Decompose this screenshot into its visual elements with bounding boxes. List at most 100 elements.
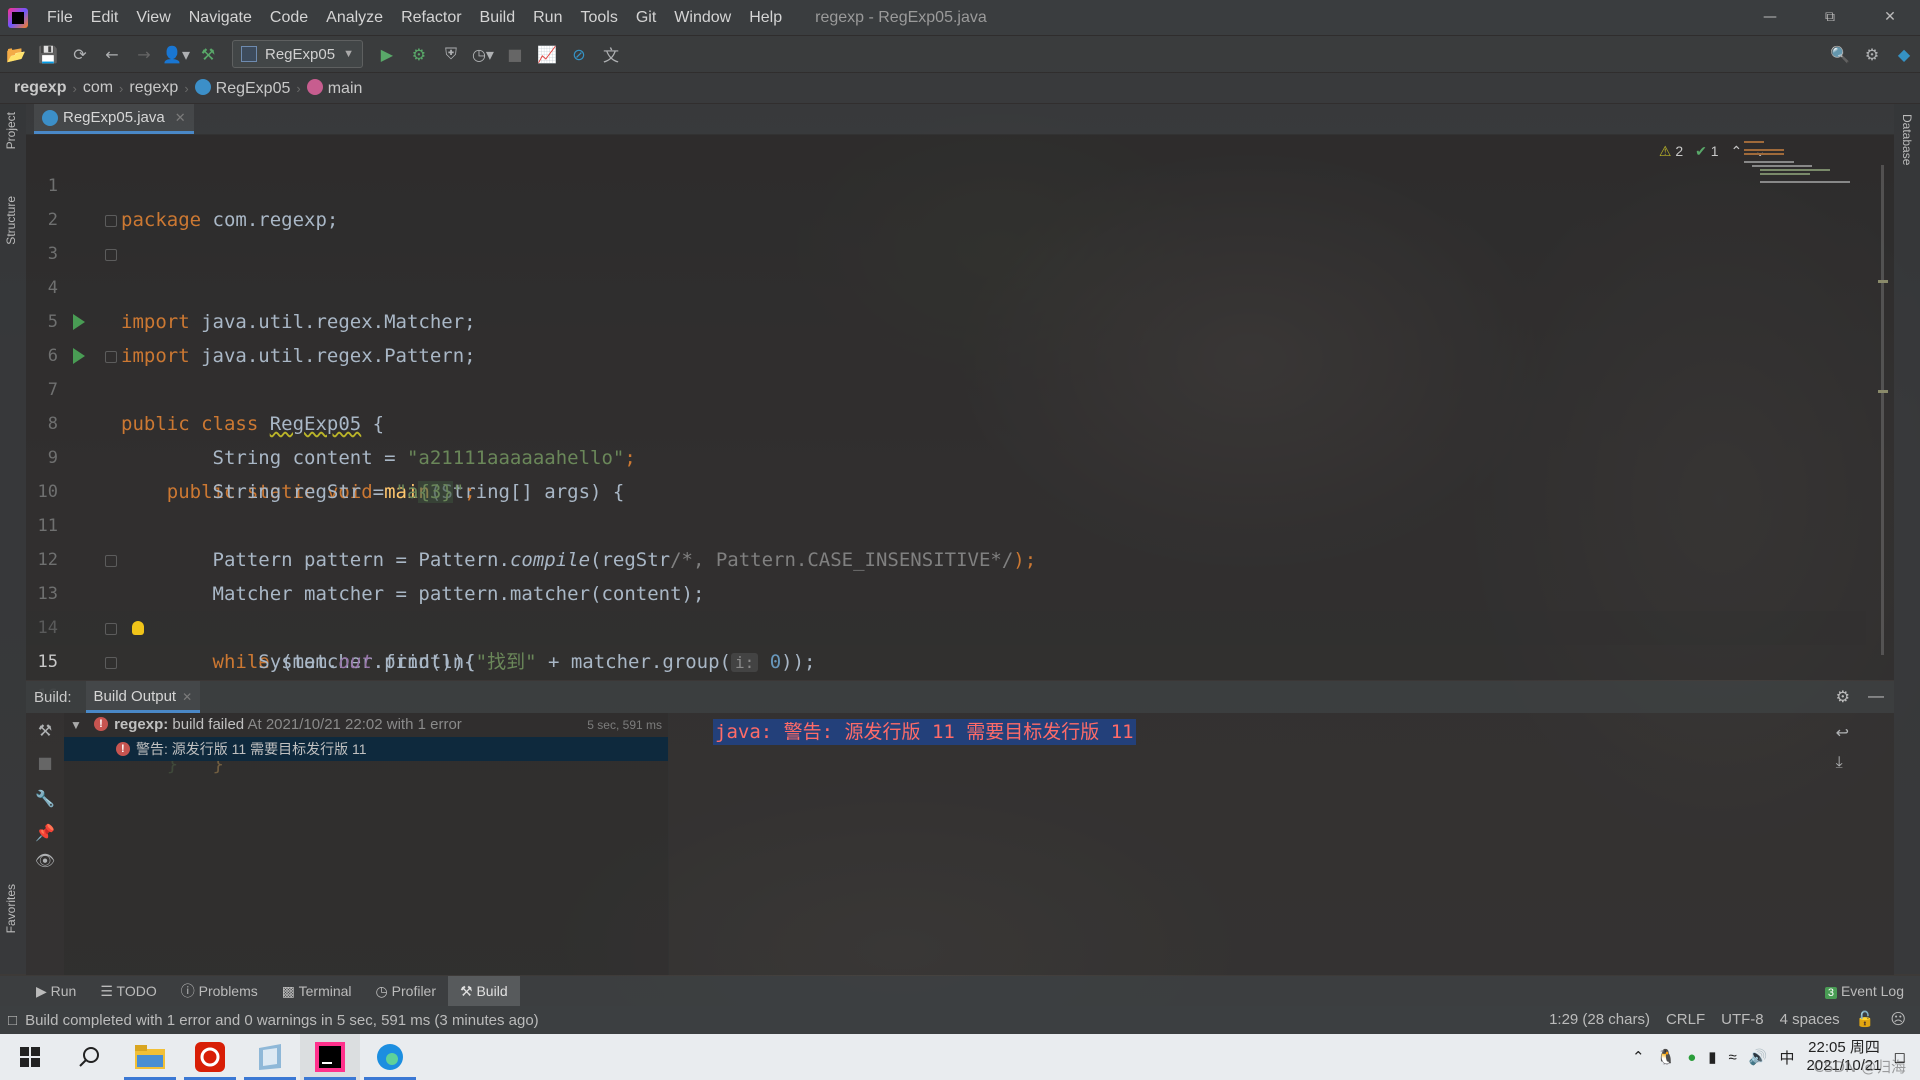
search-icon[interactable]: 🔍 <box>1824 45 1856 64</box>
sync-icon[interactable]: ⟳ <box>64 45 96 64</box>
menu-edit[interactable]: Edit <box>82 0 128 35</box>
soft-wrap-icon[interactable]: ↩ <box>1836 723 1849 742</box>
editor-scrollbar[interactable] <box>1878 135 1888 655</box>
breadcrumb-method[interactable]: main <box>301 78 369 98</box>
breadcrumb-package-regexp[interactable]: regexp <box>123 79 184 97</box>
menu-tools[interactable]: Tools <box>571 0 626 35</box>
fold-marker-icon[interactable] <box>105 623 117 635</box>
qq-icon[interactable]: 🐧 <box>1657 1048 1676 1066</box>
menu-refactor[interactable]: Refactor <box>392 0 470 35</box>
save-icon[interactable]: 💾 <box>32 45 64 64</box>
tool-window-run[interactable]: ▶ Run <box>24 976 88 1006</box>
battery-icon[interactable]: ▮ <box>1708 1048 1716 1066</box>
breadcrumb-class[interactable]: RegExp05 <box>189 78 297 98</box>
menu-window[interactable]: Window <box>665 0 740 35</box>
open-folder-icon[interactable]: 📂 <box>0 45 32 64</box>
stop-icon[interactable]: ■ <box>34 753 56 772</box>
menu-build[interactable]: Build <box>471 0 525 35</box>
wrench-icon[interactable]: 🔧 <box>34 789 56 808</box>
menu-file[interactable]: File <box>38 0 82 35</box>
breadcrumb-package-com[interactable]: com <box>77 79 119 97</box>
project-tool-button[interactable]: Project <box>4 112 18 149</box>
tool-window-problems[interactable]: ⓘ Problems <box>169 976 270 1006</box>
fold-marker-icon[interactable] <box>105 555 117 567</box>
menu-code[interactable]: Code <box>261 0 317 35</box>
stop-icon[interactable]: ■ <box>499 45 531 64</box>
restore-icon[interactable]: ⧉ <box>1800 0 1860 35</box>
menu-navigate[interactable]: Navigate <box>180 0 261 35</box>
structure-chart-icon[interactable]: 📈 <box>531 45 563 64</box>
tab-build-output[interactable]: Build Output ✕ <box>85 681 201 713</box>
menu-view[interactable]: View <box>127 0 179 35</box>
wifi-icon[interactable]: ≈ <box>1729 1049 1737 1066</box>
file-encoding[interactable]: UTF-8 <box>1721 1006 1764 1034</box>
notification-icon[interactable]: ☹ <box>1890 1006 1906 1034</box>
security-shield-icon[interactable]: ● <box>1687 1049 1696 1066</box>
tool-window-todo[interactable]: ☰ TODO <box>88 976 168 1006</box>
code-editor[interactable]: ⚠ 2 ✔ 1 ⌃ ⌄ 1 package com.regexp; 2 3 im… <box>26 135 1894 775</box>
netease-music-icon[interactable] <box>180 1034 240 1080</box>
menu-analyze[interactable]: Analyze <box>317 0 392 35</box>
run-icon[interactable]: ▶ <box>371 45 403 64</box>
volume-icon[interactable]: 🔊 <box>1749 1048 1768 1066</box>
ime-indicator[interactable]: 中 <box>1779 1047 1794 1068</box>
tool-window-profiler[interactable]: ◷ Profiler <box>364 976 448 1006</box>
menu-help[interactable]: Help <box>740 0 791 35</box>
windows-start-icon[interactable] <box>0 1034 60 1080</box>
translate-icon[interactable]: 文 <box>595 42 627 66</box>
minimize-icon[interactable]: — <box>1740 0 1800 35</box>
event-log-button[interactable]: 3 Event Log <box>1824 976 1904 1008</box>
run-gutter-icon[interactable] <box>73 348 85 364</box>
tab-regexp05-java[interactable]: RegExp05.java ✕ <box>34 104 194 134</box>
tool-window-build[interactable]: ⚒ Build <box>448 976 520 1006</box>
build-tree-root[interactable]: ▼ regexp: build failed At 2021/10/21 22:… <box>64 712 668 737</box>
no-entry-icon[interactable]: ⊘ <box>563 45 595 64</box>
build-hammer-icon[interactable]: ⚒ <box>192 45 224 64</box>
forward-arrow-icon[interactable]: → <box>128 45 160 64</box>
back-arrow-icon[interactable]: ← <box>96 45 128 64</box>
edge-browser-icon[interactable] <box>360 1034 420 1080</box>
build-console[interactable]: java: 警告: 源发行版 11 需要目标发行版 11 ↩ ⤓ <box>668 713 1859 975</box>
database-tool-button[interactable]: Database <box>1900 114 1914 165</box>
indent-setting[interactable]: 4 spaces <box>1780 1006 1840 1034</box>
fold-marker-icon[interactable] <box>105 249 117 261</box>
fold-marker-icon[interactable] <box>105 215 117 227</box>
breadcrumb-project[interactable]: regexp <box>8 79 72 97</box>
user-icon[interactable]: 👤▾ <box>160 45 192 64</box>
fold-marker-icon[interactable] <box>105 351 117 363</box>
menu-git[interactable]: Git <box>627 0 665 35</box>
plugin-logo-icon[interactable]: ◆ <box>1888 45 1920 64</box>
caret-position[interactable]: 1:29 (28 chars) <box>1549 1006 1650 1034</box>
search-icon[interactable] <box>60 1034 120 1080</box>
tool-window-terminal[interactable]: ▩ Terminal <box>270 976 364 1006</box>
fold-marker-icon[interactable] <box>105 657 117 669</box>
file-explorer-icon[interactable] <box>120 1034 180 1080</box>
lightbulb-icon[interactable] <box>132 621 144 635</box>
lock-icon[interactable]: 🔓 <box>1856 1006 1875 1034</box>
eye-icon[interactable]: 👁 <box>34 851 56 870</box>
profile-icon[interactable]: ◷▾ <box>467 45 499 64</box>
close-icon[interactable]: ✕ <box>1860 0 1920 35</box>
scroll-to-end-icon[interactable]: ⤓ <box>1836 752 1849 772</box>
intellij-taskbar-icon[interactable] <box>300 1034 360 1080</box>
coverage-icon[interactable]: ⛨ <box>435 44 467 64</box>
minimize-panel-icon[interactable]: — <box>1868 688 1884 706</box>
chevron-down-icon[interactable]: ▼ <box>70 718 82 732</box>
status-toggle-icon[interactable]: □ <box>8 1012 17 1029</box>
menu-run[interactable]: Run <box>524 0 571 35</box>
pin-icon[interactable]: 📌 <box>34 823 56 842</box>
build-tree-error-item[interactable]: 警告: 源发行版 11 需要目标发行版 11 <box>64 737 668 761</box>
notes-app-icon[interactable] <box>240 1034 300 1080</box>
structure-tool-button[interactable]: Structure <box>4 196 18 245</box>
status-message[interactable]: Build completed with 1 error and 0 warni… <box>25 1012 539 1029</box>
close-tab-icon[interactable]: ✕ <box>182 690 192 704</box>
gear-icon[interactable]: ⚙ <box>1836 687 1850 707</box>
chevron-up-icon[interactable]: ⌃ <box>1632 1048 1645 1066</box>
line-separator[interactable]: CRLF <box>1666 1006 1705 1034</box>
favorites-tool-button[interactable]: Favorites <box>4 884 18 933</box>
run-gutter-icon[interactable] <box>73 314 85 330</box>
debug-bug-icon[interactable]: ⚙ <box>403 45 435 64</box>
run-configuration-select[interactable]: RegExp05 ▼ <box>232 40 363 68</box>
gear-icon[interactable]: ⚙ <box>1856 45 1888 64</box>
rebuild-hammer-icon[interactable]: ⚒ <box>34 721 56 740</box>
